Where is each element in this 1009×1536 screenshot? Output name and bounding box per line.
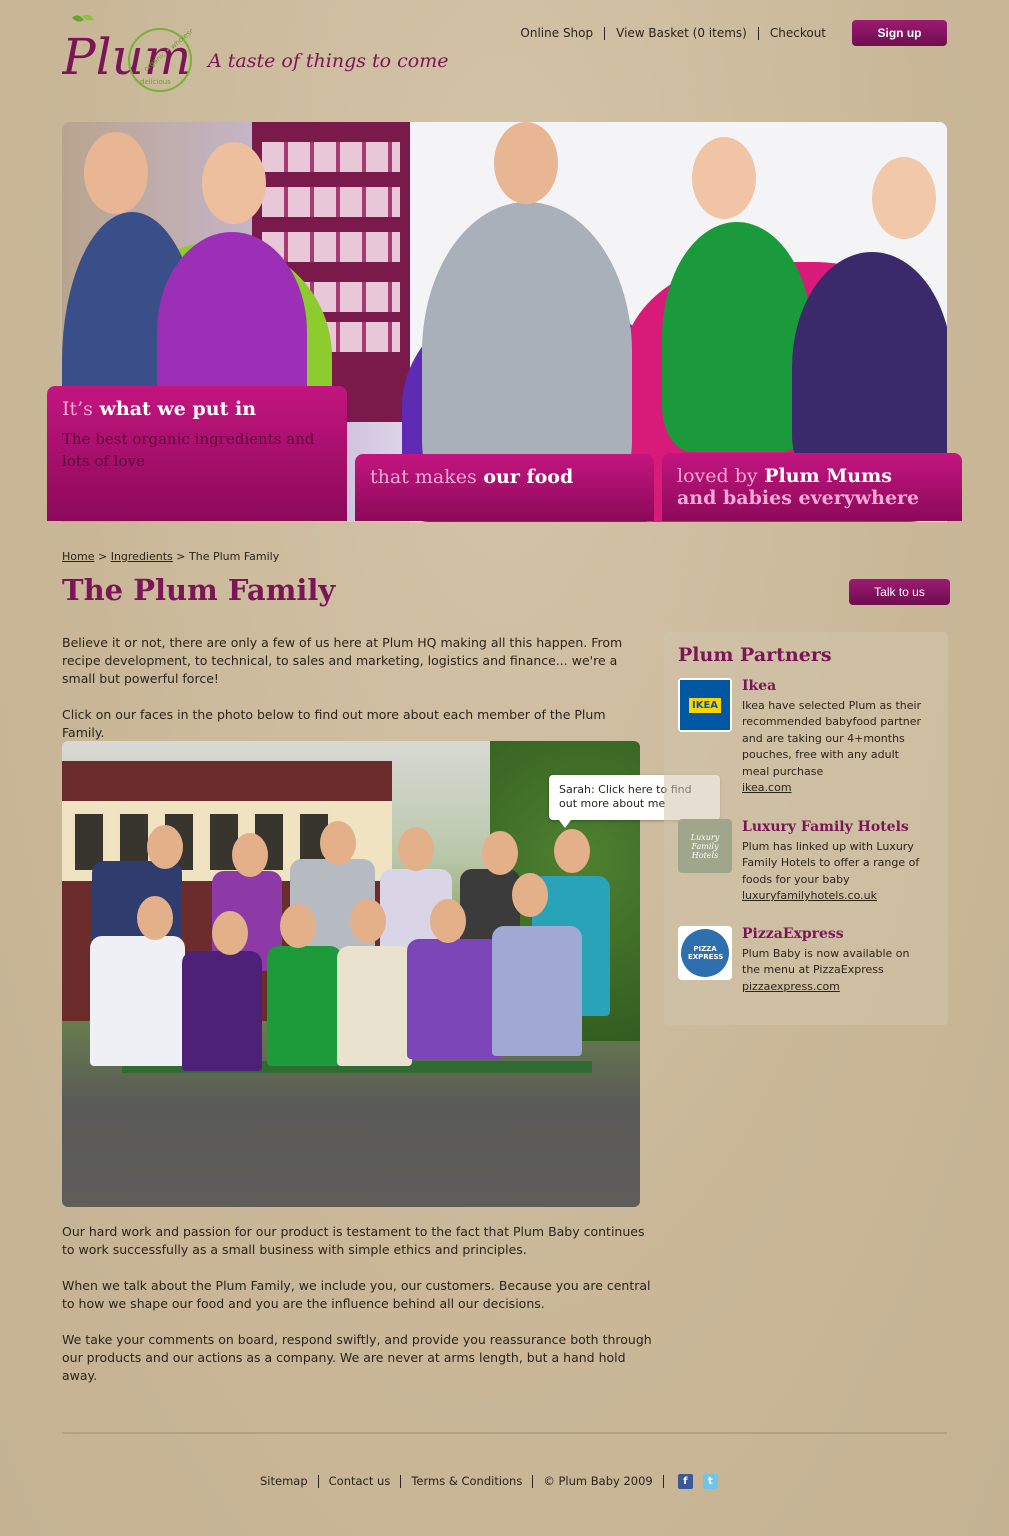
page-title: The Plum Family (62, 573, 336, 607)
footer-terms[interactable]: Terms & Conditions (400, 1475, 532, 1488)
body-paragraph-3: We take your comments on board, respond … (62, 1332, 652, 1383)
facebook-icon[interactable]: f (677, 1474, 693, 1489)
hero1-pale: It’s (62, 398, 93, 420)
logo-text: Plum (62, 28, 191, 86)
ikea-logo[interactable]: IKEA (678, 678, 732, 732)
plum-logo[interactable]: Plum organic • wholesome delicious (61, 12, 204, 98)
footer-divider (62, 1432, 947, 1434)
partners-panel: Plum Partners IKEA Ikea Ikea have select… (664, 632, 948, 1025)
hero3-pale: loved by (677, 465, 758, 487)
breadcrumb-current: The Plum Family (189, 550, 280, 563)
partner-name: Luxury Family Hotels (742, 819, 909, 835)
partner-name: Ikea (742, 678, 777, 694)
footer-nav: Sitemap Contact us Terms & Conditions © … (250, 1474, 718, 1489)
partners-heading: Plum Partners (678, 644, 832, 666)
partner-name: PizzaExpress (742, 926, 844, 942)
hero1-bold: what we put in (92, 398, 257, 420)
hero2-bold: our food (476, 466, 574, 488)
nav-checkout[interactable]: Checkout (757, 27, 837, 40)
breadcrumb-sep: > (172, 550, 189, 563)
body-paragraph-2: When we talk about the Plum Family, we i… (62, 1278, 651, 1311)
footer-copyright: © Plum Baby 2009 (532, 1475, 662, 1488)
partner-link-luxury[interactable]: luxuryfamilyhotels.co.uk (742, 889, 877, 902)
breadcrumb: Home > Ingredients > The Plum Family (62, 550, 279, 563)
talk-to-us-button[interactable]: Talk to us (849, 579, 950, 605)
hero-panel-ingredients[interactable]: It’s what we put in The best organic ing… (47, 386, 347, 521)
nav-online-shop[interactable]: Online Shop (509, 27, 604, 40)
tagline: A taste of things to come (208, 50, 449, 72)
hero2-pale: that makes (370, 466, 477, 488)
partner-desc: Plum Baby is now available on the menu a… (742, 947, 910, 993)
luxury-family-hotels-logo[interactable]: Luxury Family Hotels (678, 819, 732, 873)
top-nav: Online Shop View Basket (0 items) Checko… (509, 27, 837, 40)
hero-panel-food[interactable]: that makes our food (355, 454, 654, 521)
partner-link-ikea[interactable]: ikea.com (742, 781, 792, 794)
breadcrumb-home[interactable]: Home (62, 550, 94, 563)
footer-contact[interactable]: Contact us (317, 1475, 401, 1488)
breadcrumb-ingredients[interactable]: Ingredients (111, 550, 173, 563)
svg-text:delicious: delicious (140, 78, 171, 86)
hero-panel-mums[interactable]: loved by Plum Mums and babies everywhere (662, 453, 962, 521)
body-paragraph-1: Our hard work and passion for our produc… (62, 1224, 645, 1257)
partner-link-pizzaexpress[interactable]: pizzaexpress.com (742, 980, 840, 993)
hero3-bold: Plum Mums (757, 465, 892, 487)
intro-paragraph-1: Believe it or not, there are only a few … (62, 635, 623, 686)
footer-sitemap[interactable]: Sitemap (250, 1475, 318, 1488)
breadcrumb-sep: > (94, 550, 111, 563)
partner-desc: Ikea have selected Plum as their recomme… (742, 699, 922, 795)
twitter-icon[interactable]: t (702, 1474, 718, 1489)
nav-view-basket[interactable]: View Basket (0 items) (604, 27, 758, 40)
pizzaexpress-logo[interactable]: PIZZA EXPRESS (678, 926, 732, 980)
sign-up-button[interactable]: Sign up (852, 20, 947, 46)
body-text: Our hard work and passion for our produc… (62, 1223, 652, 1403)
intro-paragraph-2: Click on our faces in the photo below to… (62, 707, 606, 740)
hero1-sub: The best organic ingredients and lots of… (62, 430, 315, 470)
partner-desc: Plum has linked up with Luxury Family Ho… (742, 840, 920, 903)
hero3-line2: and babies everywhere (677, 487, 920, 509)
